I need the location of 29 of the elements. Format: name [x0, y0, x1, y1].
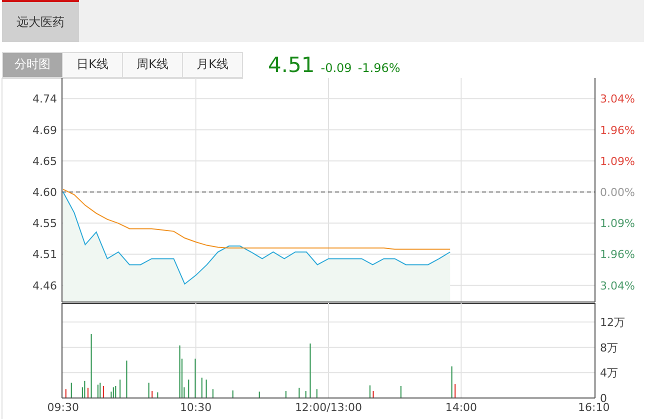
price-axis-label: 4.74	[32, 92, 57, 106]
price-axis-label: 4.51	[32, 248, 57, 262]
price-axis-label: 4.46	[32, 279, 57, 292]
percent-axis-label: 3.04%	[600, 279, 635, 292]
price-axis-label: 4.60	[32, 186, 57, 199]
volume-axis-label: 4万	[600, 366, 618, 380]
time-axis-label: 10:30	[180, 401, 212, 414]
time-axis-label: 12:00/13:00	[294, 401, 362, 414]
percent-change: -1.96%	[358, 61, 400, 75]
stock-tab[interactable]: 远大医药	[2, 0, 79, 42]
percent-axis-label: 1.09%	[600, 154, 635, 168]
percent-axis-label: 3.04%	[600, 92, 635, 106]
chart-tab[interactable]: 日K线	[62, 52, 123, 78]
time-axis-label: 09:30	[47, 401, 79, 414]
time-axis-label: 16:10	[578, 401, 610, 414]
percent-axis-label: 1.96%	[600, 124, 635, 137]
percent-axis-label: 0.00%	[600, 186, 635, 199]
time-axis-label: 14:00	[445, 401, 478, 414]
price-axis-label: 4.55	[32, 217, 57, 230]
current-price: 4.51	[268, 53, 315, 77]
chart-tab[interactable]: 周K线	[122, 52, 183, 78]
price-change: -0.09	[320, 61, 352, 75]
percent-axis-label: 1.09%	[600, 217, 635, 230]
volume-axis-label: 8万	[600, 341, 618, 354]
percent-axis-label: 1.96%	[600, 248, 635, 262]
price-axis-label: 4.65	[32, 154, 57, 168]
volume-axis-label: 12万	[600, 316, 625, 329]
chart-tab[interactable]: 月K线	[182, 52, 243, 78]
price-axis-label: 4.69	[32, 124, 57, 137]
